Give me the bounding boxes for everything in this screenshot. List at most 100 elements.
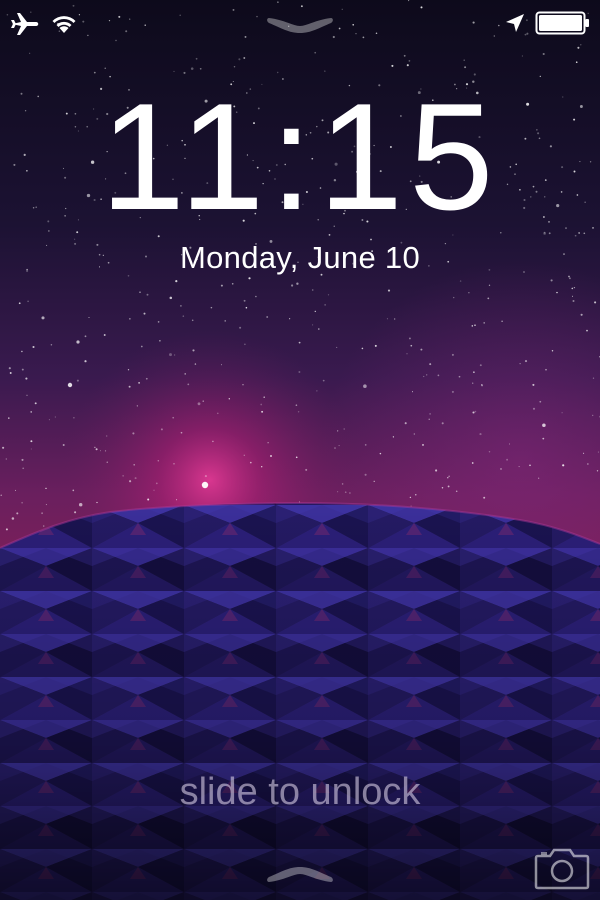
star: [30, 440, 33, 443]
star: [305, 468, 308, 471]
star: [231, 282, 234, 285]
star: [423, 375, 425, 378]
star: [428, 418, 430, 420]
star: [296, 282, 299, 285]
star: [267, 442, 269, 444]
camera-icon[interactable]: [534, 844, 590, 890]
star: [298, 371, 301, 373]
star: [539, 400, 542, 403]
star: [87, 34, 89, 37]
star: [426, 374, 428, 376]
star: [118, 15, 121, 18]
star: [27, 300, 29, 303]
star: [487, 297, 490, 300]
star: [545, 368, 547, 371]
star: [144, 24, 146, 26]
star: [334, 447, 336, 449]
star: [464, 66, 467, 69]
star: [447, 477, 449, 479]
star: [524, 360, 528, 363]
star: [539, 75, 541, 78]
star: [441, 487, 444, 489]
star: [191, 319, 194, 322]
star: [233, 65, 236, 68]
star: [104, 450, 107, 452]
star: [108, 19, 111, 22]
star: [483, 496, 486, 499]
star: [220, 364, 223, 366]
star: [248, 277, 251, 280]
star: [84, 360, 87, 363]
star: [243, 454, 245, 456]
star: [550, 279, 553, 282]
star: [572, 299, 575, 303]
star: [94, 446, 96, 449]
star: [451, 353, 454, 356]
star: [488, 284, 491, 286]
star: [228, 398, 230, 400]
star: [41, 316, 45, 320]
star: [291, 284, 294, 287]
star: [184, 373, 186, 375]
star: [473, 371, 475, 373]
star: [212, 440, 214, 443]
star: [179, 14, 181, 17]
star: [153, 489, 155, 491]
star: [134, 477, 137, 480]
star: [127, 369, 130, 371]
star: [312, 324, 314, 326]
star: [314, 310, 317, 313]
star: [30, 448, 32, 450]
star: [387, 289, 391, 292]
star: [99, 450, 102, 452]
star: [136, 405, 138, 407]
star: [202, 400, 204, 402]
star: [175, 280, 178, 283]
star: [54, 416, 56, 418]
star: [129, 18, 131, 20]
star: [429, 413, 431, 415]
star: [172, 416, 175, 419]
slide-to-unlock-label: slide to unlock: [179, 771, 421, 813]
star: [375, 32, 378, 34]
star: [269, 454, 273, 458]
control-center-grabber-icon[interactable]: [265, 866, 335, 893]
notification-center-grabber-icon[interactable]: [265, 12, 335, 39]
slide-to-unlock-slider[interactable]: slide to unlock: [100, 768, 500, 818]
star: [300, 5, 303, 8]
star: [29, 52, 31, 54]
star: [481, 384, 483, 386]
star: [32, 345, 35, 349]
star: [453, 296, 455, 299]
star: [261, 410, 264, 413]
star: [217, 412, 219, 415]
star: [379, 452, 382, 455]
star: [297, 411, 300, 413]
star: [176, 499, 178, 501]
star: [50, 344, 53, 346]
star: [18, 302, 21, 305]
star: [103, 334, 106, 336]
star: [232, 8, 235, 11]
star: [239, 326, 242, 329]
star: [41, 512, 43, 515]
star: [260, 403, 263, 406]
star: [578, 232, 580, 234]
star: [96, 501, 98, 504]
star: [88, 317, 90, 318]
star: [463, 59, 465, 61]
star: [568, 277, 571, 280]
star: [192, 349, 195, 352]
star: [391, 64, 394, 67]
star: [352, 23, 355, 26]
star: [448, 475, 450, 477]
star: [575, 61, 578, 64]
star: [363, 384, 367, 388]
star: [518, 466, 520, 468]
star: [586, 329, 588, 332]
star: [245, 306, 248, 309]
star: [349, 492, 351, 494]
star: [362, 36, 365, 39]
star: [592, 377, 595, 379]
star: [543, 232, 546, 235]
